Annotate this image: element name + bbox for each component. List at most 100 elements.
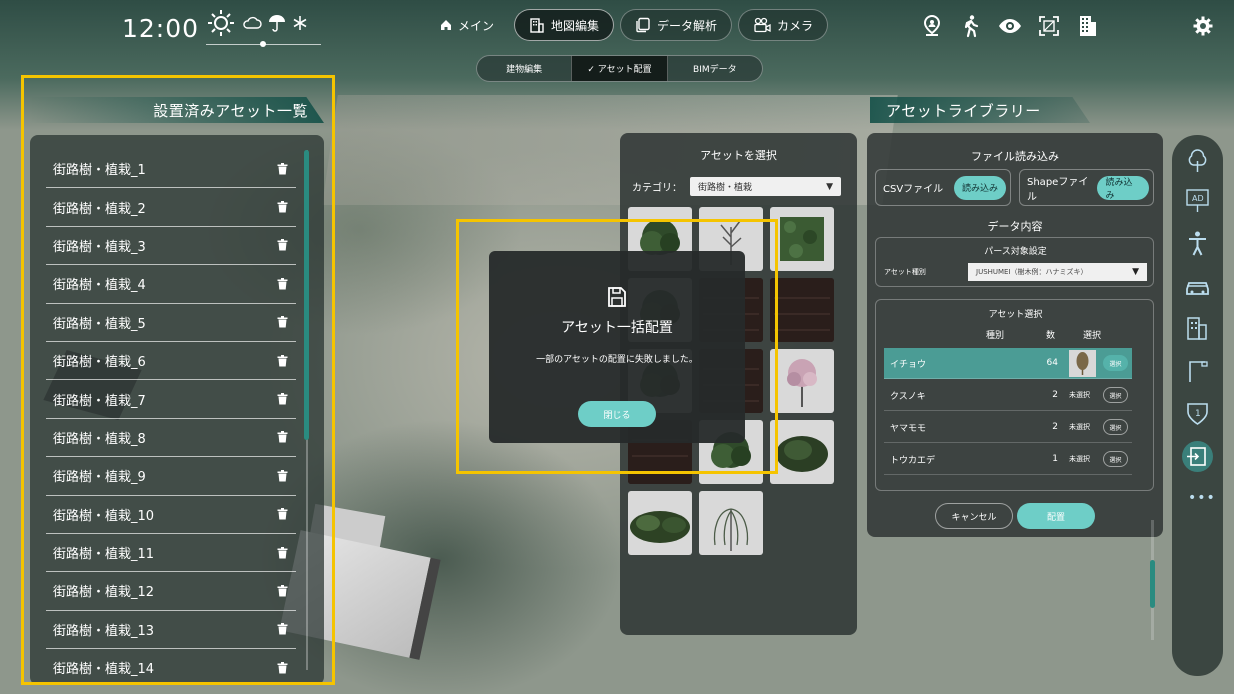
tab-main[interactable]: メイン — [426, 9, 508, 41]
ginkgo-tree-icon — [1069, 350, 1096, 377]
asset-row-count: 2 — [1052, 390, 1058, 400]
svg-text:AD: AD — [1192, 194, 1204, 203]
csv-file-box: CSVファイル 読み込み — [875, 169, 1011, 206]
person-icon[interactable] — [1184, 230, 1211, 257]
clock: 12:00 — [122, 14, 200, 43]
asset-select-button[interactable]: 選択 — [1103, 387, 1128, 403]
home-icon — [440, 19, 452, 31]
asset-type-value: JUSHUMEI（樹木例：ハナミズキ） — [976, 268, 1088, 276]
tab-map-edit[interactable]: 地図編集 — [514, 9, 615, 41]
shape-file-box: Shapeファイル 読み込み — [1019, 169, 1154, 206]
import-icon[interactable] — [1182, 441, 1213, 472]
asset-row-count: 1 — [1052, 454, 1058, 464]
caret-down-icon: ▼ — [1132, 267, 1139, 277]
asset-row-name: ヤマモモ — [890, 423, 927, 434]
tab-camera-label: カメラ — [777, 18, 814, 33]
gear-icon[interactable] — [1193, 16, 1213, 40]
asset-row-status: 未選択 — [1069, 423, 1090, 431]
snowflake-icon[interactable] — [292, 15, 308, 31]
asset-library-panel: ファイル読み込み CSVファイル 読み込み Shapeファイル 読み込み データ… — [867, 133, 1163, 640]
asset-library-title: アセットライブラリー — [870, 97, 1090, 123]
camera-icon — [753, 17, 771, 33]
bush-asset-tile[interactable] — [770, 420, 834, 484]
walking-icon[interactable] — [959, 14, 983, 38]
main-nav: メイン 地図編集 データ解析 カメラ — [426, 9, 829, 41]
asset-row[interactable]: ヤマモモ 2 未選択 選択 — [884, 412, 1132, 443]
caret-down-icon: ▼ — [826, 181, 833, 192]
category-label: カテゴリ： — [632, 183, 682, 194]
asset-select-button[interactable]: 選択 — [1103, 419, 1128, 435]
route-sign-icon[interactable]: 1 — [1184, 400, 1211, 427]
tab-main-label: メイン — [458, 18, 495, 33]
asset-row[interactable]: トウカエデ 1 未選択 選択 — [884, 444, 1132, 475]
location-person-icon[interactable] — [920, 14, 944, 38]
tree-outline-icon[interactable] — [1184, 147, 1211, 174]
sun-icon[interactable] — [206, 8, 236, 38]
ad-sign-icon[interactable]: AD — [1184, 187, 1211, 214]
asset-row-count: 64 — [1046, 358, 1058, 368]
right-sidebar: AD 1 ••• — [1172, 135, 1223, 676]
building-icon — [529, 17, 545, 33]
tab-map-edit-label: 地図編集 — [551, 18, 600, 33]
hedge-asset-tile[interactable] — [770, 207, 834, 271]
asset-select-button[interactable]: 選択 — [1103, 451, 1128, 467]
umbrella-icon[interactable] — [268, 14, 286, 32]
tab-data-analysis-label: データ解析 — [657, 18, 718, 33]
category-select[interactable]: 街路樹・植栽 ▼ — [690, 177, 841, 196]
more-icon[interactable]: ••• — [1188, 490, 1216, 506]
category-value: 街路樹・植栽 — [698, 183, 753, 193]
asset-select-button[interactable]: 選択 — [1103, 355, 1128, 371]
place-button[interactable]: 配置 — [1017, 503, 1095, 529]
building-grid-icon[interactable] — [1076, 14, 1100, 38]
scan-icon[interactable] — [1037, 14, 1061, 38]
csv-read-button[interactable]: 読み込み — [953, 175, 1006, 200]
tab-data-analysis[interactable]: データ解析 — [620, 9, 733, 41]
dark-box-asset-tile[interactable] — [770, 278, 834, 342]
shape-label: Shapeファイル — [1027, 176, 1089, 203]
highlight-frame — [456, 219, 778, 474]
cloud-icon[interactable] — [242, 16, 262, 30]
subtab-asset-placement[interactable]: ✓ アセット配置 — [571, 56, 668, 81]
sub-tabs: 建物編集 ✓ アセット配置 BIMデータ — [476, 55, 763, 82]
tab-camera[interactable]: カメラ — [738, 9, 829, 41]
tool-icons — [920, 14, 1100, 38]
weather-bar — [206, 8, 308, 38]
asset-type-label: アセット種別 — [884, 268, 926, 276]
shape-read-button[interactable]: 読み込み — [1097, 175, 1149, 201]
asset-selection-box: アセット選択 種別 数 選択 イチョウ 64 選択 クスノキ 2 未選択 選択 ヤマモモ 2 未選… — [875, 299, 1155, 640]
blossom-tree-asset-tile[interactable] — [770, 349, 834, 413]
asset-row-count: 2 — [1052, 422, 1058, 432]
parse-settings: パース対象設定 アセット種別 JUSHUMEI（樹木例：ハナミズキ） ▼ — [875, 237, 1154, 287]
asset-row-name: クスノキ — [890, 391, 926, 402]
asset-row-status: 未選択 — [1069, 391, 1090, 399]
col-count: 数 — [1046, 331, 1056, 341]
svg-text:1: 1 — [1195, 409, 1201, 419]
building-icon[interactable] — [1184, 315, 1211, 342]
file-import-title: ファイル読み込み — [971, 150, 1059, 163]
asset-row-name: イチョウ — [890, 359, 927, 370]
asset-type-select[interactable]: JUSHUMEI（樹木例：ハナミズキ） ▼ — [968, 263, 1147, 281]
car-icon[interactable] — [1184, 273, 1211, 300]
street-light-icon[interactable] — [1184, 357, 1211, 384]
col-type: 種別 — [986, 331, 1005, 341]
asset-row-name: トウカエデ — [890, 455, 936, 466]
subtab-building-edit[interactable]: 建物編集 — [477, 56, 571, 81]
time-slider-knob[interactable] — [260, 41, 266, 47]
asset-selection-title: アセット選択 — [988, 310, 1043, 320]
subtab-bim-data[interactable]: BIMデータ — [668, 56, 762, 81]
eye-icon[interactable] — [998, 14, 1022, 38]
willow-asset-tile[interactable] — [699, 491, 763, 555]
asset-row-status: 未選択 — [1069, 455, 1090, 463]
asset-select-title: アセットを選択 — [700, 149, 777, 162]
copy-icon — [635, 17, 651, 33]
asset-row[interactable]: クスノキ 2 未選択 選択 — [884, 380, 1132, 411]
highlight-frame — [21, 75, 335, 685]
csv-label: CSVファイル — [883, 184, 944, 195]
asset-row[interactable]: イチョウ 64 選択 — [884, 348, 1132, 379]
cancel-button[interactable]: キャンセル — [935, 503, 1013, 529]
data-content-title: データ内容 — [987, 220, 1043, 233]
asset-scroll-thumb[interactable] — [1150, 560, 1155, 608]
top-bar: 12:00 メイン 地図編集 データ解析 カメラ — [0, 0, 1234, 50]
shrub-asset-tile[interactable] — [628, 491, 692, 555]
parse-settings-title: パース対象設定 — [984, 247, 1047, 257]
